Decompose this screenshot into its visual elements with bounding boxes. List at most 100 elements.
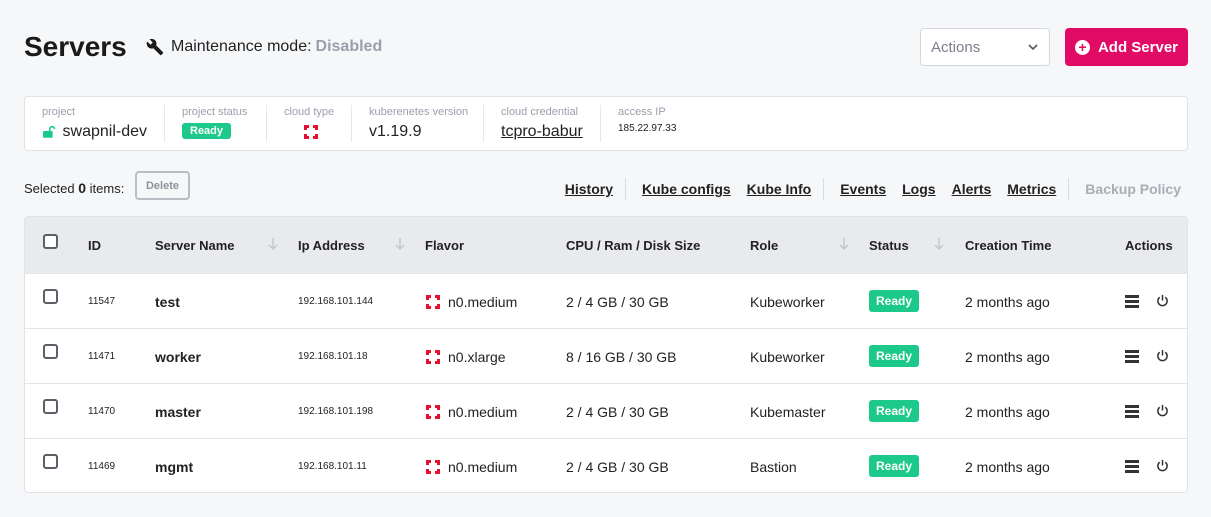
table-toolbar: Selected 0 items: Delete History Kube co…	[24, 171, 1188, 201]
selected-prefix: Selected	[24, 181, 75, 196]
info-access-ip: access IP 185.22.97.33	[601, 105, 721, 142]
cell-server-name[interactable]: worker	[155, 349, 201, 365]
cell-created: 2 months ago	[965, 404, 1050, 420]
col-creation-time: Creation Time	[965, 238, 1052, 253]
cell-flavor: n0.medium	[448, 404, 518, 420]
wrench-icon	[146, 38, 164, 56]
cell-created: 2 months ago	[965, 349, 1050, 365]
maintenance-status: Disabled	[315, 38, 383, 55]
power-icon[interactable]	[1156, 294, 1169, 307]
info-project-label: project	[42, 106, 76, 118]
info-project-status-value-wrap: Ready	[182, 123, 249, 139]
info-project-value: swapnil-dev	[62, 123, 147, 140]
list-icon[interactable]	[1125, 459, 1139, 473]
sort-arrow-icon[interactable]	[839, 237, 849, 251]
list-icon[interactable]	[1125, 349, 1139, 363]
info-project: project swapnil-dev	[25, 105, 165, 142]
cell-ip: 192.168.101.144	[298, 296, 374, 307]
status-badge: Ready	[869, 290, 920, 312]
status-badge: Ready	[182, 123, 232, 139]
row-checkbox[interactable]	[43, 454, 58, 469]
power-icon[interactable]	[1156, 459, 1169, 472]
add-server-label: Add Server	[1097, 38, 1179, 56]
col-ip-address[interactable]: Ip Address	[298, 238, 365, 253]
col-role[interactable]: Role	[750, 238, 778, 253]
col-id: ID	[88, 238, 101, 253]
add-server-button[interactable]: + Add Server	[1065, 28, 1188, 66]
info-cloud-credential: cloud credential tcpro-babur	[484, 105, 601, 142]
flavor-icon	[426, 295, 440, 309]
cell-server-name[interactable]: test	[155, 294, 180, 310]
info-access-ip-value: 185.22.97.33	[618, 123, 677, 134]
list-icon[interactable]	[1125, 294, 1139, 308]
col-status[interactable]: Status	[869, 238, 909, 253]
table-row: 11547 test 192.168.101.144 n0.medium 2 /…	[25, 273, 1187, 328]
col-flavor: Flavor	[425, 238, 465, 253]
maintenance-label: Maintenance mode:	[171, 38, 312, 55]
kube-configs-link[interactable]: Kube configs	[642, 181, 731, 197]
flavor-icon	[426, 405, 440, 419]
plus-circle-icon: +	[1074, 39, 1090, 55]
info-access-ip-label: access IP	[618, 106, 666, 118]
chevron-down-icon	[1028, 44, 1038, 51]
info-project-status: project status Ready	[165, 105, 267, 142]
credential-link[interactable]: tcpro-babur	[501, 123, 583, 141]
cell-flavor: n0.xlarge	[448, 349, 506, 365]
unlock-icon	[42, 125, 56, 138]
cell-cpu: 8 / 16 GB / 30 GB	[566, 349, 677, 365]
cell-created: 2 months ago	[965, 459, 1050, 475]
logs-link[interactable]: Logs	[902, 181, 935, 197]
cell-id: 11470	[88, 406, 116, 417]
cell-server-name[interactable]: mgmt	[155, 459, 193, 475]
power-icon[interactable]	[1156, 404, 1169, 417]
toolbar-links: History Kube configs Kube Info Events Lo…	[549, 178, 1181, 200]
divider	[823, 178, 825, 200]
select-all-checkbox[interactable]	[43, 234, 58, 249]
events-link[interactable]: Events	[840, 181, 886, 197]
status-badge: Ready	[869, 400, 920, 422]
cell-ip: 192.168.101.198	[298, 406, 374, 417]
cloud-provider-icon	[304, 125, 318, 139]
cell-server-name[interactable]: master	[155, 404, 201, 420]
info-cloud-type-label: cloud type	[284, 106, 335, 118]
power-icon[interactable]	[1156, 349, 1169, 362]
page-title: Servers	[24, 31, 127, 62]
cell-flavor: n0.medium	[448, 294, 518, 310]
history-link[interactable]: History	[565, 181, 613, 197]
metrics-link[interactable]: Metrics	[1007, 181, 1056, 197]
info-project-value-wrap: swapnil-dev	[42, 123, 147, 141]
divider	[1068, 178, 1070, 200]
table-header: ID Server Name Ip Address Flavor CPU / R…	[25, 217, 1187, 273]
cell-role: Kubeworker	[750, 349, 825, 365]
delete-button[interactable]: Delete	[135, 171, 190, 200]
sort-arrow-icon[interactable]	[934, 237, 944, 251]
cell-cpu: 2 / 4 GB / 30 GB	[566, 404, 669, 420]
actions-dropdown[interactable]: Actions	[920, 28, 1050, 66]
servers-table: ID Server Name Ip Address Flavor CPU / R…	[24, 216, 1188, 493]
col-actions: Actions	[1125, 238, 1173, 253]
cell-cpu: 2 / 4 GB / 30 GB	[566, 294, 669, 310]
row-checkbox[interactable]	[43, 344, 58, 359]
kube-info-link[interactable]: Kube Info	[747, 181, 812, 197]
divider	[624, 178, 626, 200]
cell-id: 11471	[88, 351, 116, 362]
selected-count-text: Selected 0 items:	[24, 180, 124, 196]
sort-arrow-icon[interactable]	[395, 237, 405, 251]
table-row: 11471 worker 192.168.101.18 n0.xlarge 8 …	[25, 328, 1187, 383]
alerts-link[interactable]: Alerts	[952, 181, 992, 197]
cell-id: 11469	[88, 461, 116, 472]
col-cpu-ram-disk: CPU / Ram / Disk Size	[566, 238, 701, 253]
col-server-name[interactable]: Server Name	[155, 238, 235, 253]
list-icon[interactable]	[1125, 404, 1139, 418]
row-checkbox[interactable]	[43, 289, 58, 304]
cell-created: 2 months ago	[965, 294, 1050, 310]
row-checkbox[interactable]	[43, 399, 58, 414]
cell-flavor: n0.medium	[448, 459, 518, 475]
selected-count: 0	[78, 180, 87, 196]
table-row: 11470 master 192.168.101.198 n0.medium 2…	[25, 383, 1187, 438]
cell-cpu: 2 / 4 GB / 30 GB	[566, 459, 669, 475]
sort-arrow-icon[interactable]	[268, 237, 278, 251]
status-badge: Ready	[869, 345, 920, 367]
cell-ip: 192.168.101.11	[298, 461, 367, 472]
table-row: 11469 mgmt 192.168.101.11 n0.medium 2 / …	[25, 438, 1187, 492]
